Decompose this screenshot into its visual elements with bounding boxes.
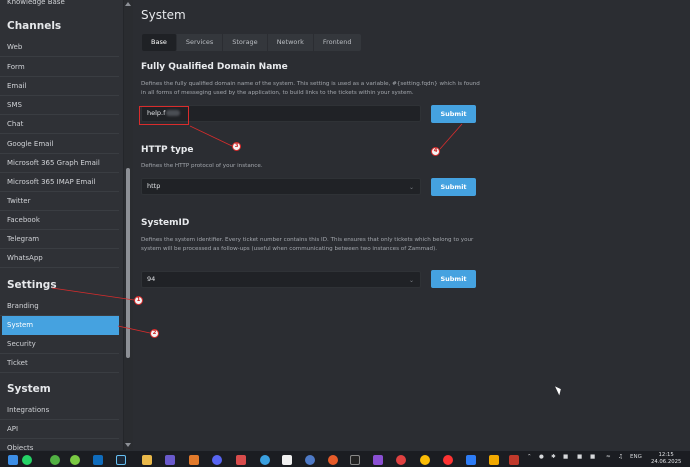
file-icon[interactable]	[142, 455, 152, 465]
xbox-icon[interactable]	[50, 455, 60, 465]
systemid-description: Defines the system identifier. Every tic…	[141, 237, 474, 252]
music-icon[interactable]	[282, 455, 292, 465]
sidebar-item-whatsapp[interactable]: WhatsApp	[0, 249, 119, 268]
tray-app2-icon[interactable]: ■	[577, 454, 582, 460]
sidebar-item-security[interactable]: Security	[0, 335, 119, 354]
tab-storage[interactable]: Storage	[223, 34, 268, 51]
notes-icon[interactable]	[489, 455, 499, 465]
steam-icon[interactable]	[116, 455, 126, 465]
sidebar-item-objects[interactable]: Objects	[0, 439, 119, 450]
chrome-icon[interactable]	[420, 455, 430, 465]
systemid-title: SystemID	[141, 218, 190, 228]
scroll-down-icon[interactable]	[125, 443, 131, 447]
taskbar: ⌃ ● ✱ ■ ■ ■ ≈ ♫ ENG 12:15 24.06.2025	[0, 450, 690, 467]
tab-frontend[interactable]: Frontend	[314, 34, 361, 51]
annotation-marker-1: 1	[134, 296, 143, 305]
microphone-icon[interactable]: ●	[539, 454, 544, 460]
sidebar-item-system[interactable]: System	[2, 316, 119, 335]
tab-base[interactable]: Base	[142, 34, 177, 51]
system-heading: System	[7, 383, 51, 395]
sidebar-item-integrations[interactable]: Integrations	[0, 401, 119, 420]
main-content: System Base Services Storage Network Fro…	[133, 0, 690, 450]
sidebar-item-api[interactable]: API	[0, 420, 119, 439]
sidebar-item-chat[interactable]: Chat	[0, 115, 119, 134]
annotation-marker-3: 3	[232, 142, 241, 151]
app2-icon[interactable]	[328, 455, 338, 465]
security-icon[interactable]	[509, 455, 519, 465]
annotation-marker-2: 2	[150, 329, 159, 338]
tab-services[interactable]: Services	[177, 34, 224, 51]
fqdn-submit-button[interactable]: Submit	[431, 105, 476, 123]
sidebar-scrollbar[interactable]	[124, 0, 133, 450]
whatsapp-icon[interactable]	[22, 455, 32, 465]
http-type-select[interactable]: http ⌄	[141, 178, 421, 195]
language-indicator[interactable]: ENG	[630, 454, 642, 460]
sidebar-item-ms365-imap-email[interactable]: Microsoft 365 IMAP Email	[0, 173, 119, 192]
annotation-highlight-box	[139, 106, 189, 125]
mail-icon[interactable]	[466, 455, 476, 465]
tab-network[interactable]: Network	[268, 34, 314, 51]
app4-icon[interactable]	[396, 455, 406, 465]
tray-app-icon[interactable]: ■	[563, 454, 568, 460]
chevron-down-icon: ⌄	[408, 277, 414, 284]
scrollbar-thumb[interactable]	[126, 168, 130, 358]
tray-overflow-icon[interactable]: ⌃	[527, 454, 532, 460]
volume-icon[interactable]: ♫	[618, 454, 623, 460]
http-submit-button[interactable]: Submit	[431, 178, 476, 196]
sidebar-item-facebook[interactable]: Facebook	[0, 211, 119, 230]
sidebar-item-knowledge-base[interactable]: Knowledge Base	[0, 0, 119, 12]
sidebar-item-form[interactable]: Form	[0, 58, 119, 77]
systemid-select[interactable]: 94 ⌄	[141, 271, 421, 288]
chevron-down-icon: ⌄	[408, 184, 414, 191]
fqdn-description: Defines the fully qualified domain name …	[141, 81, 480, 96]
robinhood-icon[interactable]	[70, 455, 80, 465]
discord-icon[interactable]	[212, 455, 222, 465]
sidebar-item-branding[interactable]: Branding	[0, 297, 119, 316]
systemid-value: 94	[147, 275, 156, 283]
http-type-description: Defines the HTTP protocol of your instan…	[141, 163, 263, 169]
clock[interactable]: 12:15 24.06.2025	[651, 452, 681, 466]
http-type-title: HTTP type	[141, 145, 194, 155]
yandex-icon[interactable]	[443, 455, 453, 465]
sidebar-item-sms[interactable]: SMS	[0, 96, 119, 115]
game-icon[interactable]	[165, 455, 175, 465]
outlook-icon[interactable]	[93, 455, 103, 465]
windows-icon[interactable]	[8, 455, 18, 465]
photo-icon[interactable]	[236, 455, 246, 465]
http-type-value: http	[147, 182, 161, 190]
wifi-icon[interactable]: ≈	[606, 454, 611, 460]
page-title: System	[141, 8, 186, 22]
edge-icon[interactable]	[260, 455, 270, 465]
tray-app3-icon[interactable]: ■	[590, 454, 595, 460]
scroll-up-icon[interactable]	[125, 2, 131, 6]
shield-icon[interactable]	[305, 455, 315, 465]
sidebar: Knowledge Base Channels Web Form Email S…	[0, 0, 124, 450]
sidebar-item-email[interactable]: Email	[0, 77, 119, 96]
annotation-marker-4: 4	[431, 147, 440, 156]
clock-date: 24.06.2025	[651, 459, 682, 465]
app3-icon[interactable]	[373, 455, 383, 465]
sidebar-item-ticket[interactable]: Ticket	[0, 354, 119, 373]
systemid-submit-button[interactable]: Submit	[431, 270, 476, 288]
sidebar-item-ms365-graph-email[interactable]: Microsoft 365 Graph Email	[0, 154, 119, 173]
fqdn-title: Fully Qualified Domain Name	[141, 62, 288, 72]
sidebar-item-google-email[interactable]: Google Email	[0, 135, 119, 154]
sidebar-item-twitter[interactable]: Twitter	[0, 192, 119, 211]
sidebar-item-web[interactable]: Web	[0, 38, 119, 57]
sidebar-item-telegram[interactable]: Telegram	[0, 230, 119, 249]
bluetooth-icon[interactable]: ✱	[551, 454, 556, 460]
app-icon[interactable]	[189, 455, 199, 465]
clock-time: 12:15	[658, 452, 674, 458]
settings-heading: Settings	[7, 279, 57, 291]
tab-bar: Base Services Storage Network Frontend	[142, 34, 361, 51]
channels-heading: Channels	[7, 20, 62, 32]
epic-icon[interactable]	[350, 455, 360, 465]
